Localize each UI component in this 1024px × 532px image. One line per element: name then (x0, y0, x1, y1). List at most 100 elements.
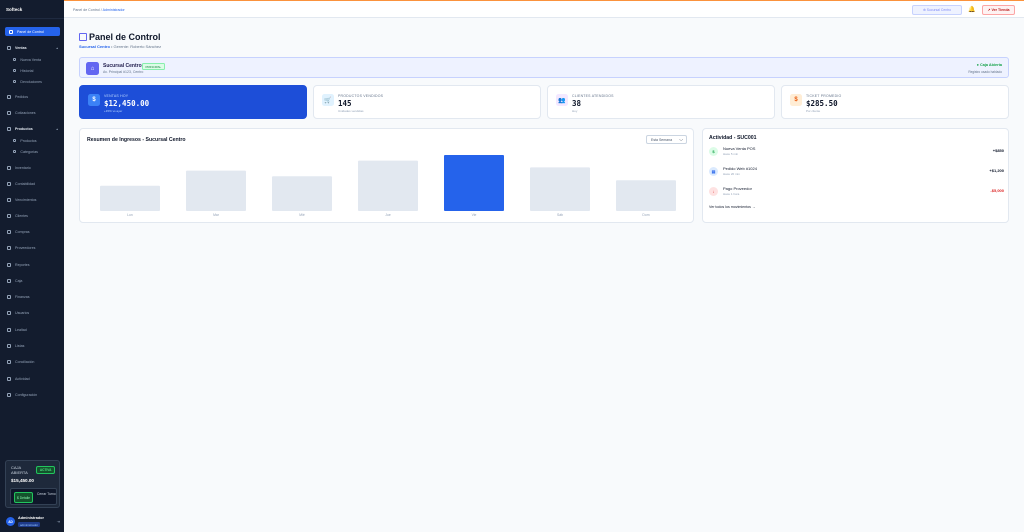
nav-icon (7, 245, 11, 250)
brand-logo: Softeck (6, 7, 23, 12)
sidebar-item[interactable]: Conciliación (0, 357, 64, 366)
chart-bar-Vie[interactable] (444, 155, 504, 211)
sidebar-item[interactable]: Lealtad (0, 325, 64, 334)
branch-name: Sucursal Centro (103, 62, 142, 69)
sidebar-item[interactable]: Contabilidad (0, 179, 64, 188)
breadcrumb-root[interactable]: Panel de Control / (73, 8, 103, 12)
sidebar-item[interactable]: Categorías (0, 147, 64, 156)
sidebar-item[interactable]: Configuración (0, 390, 64, 399)
activity-time: Hace 5 min (723, 152, 739, 156)
activity-name: Pago Proveedor (723, 186, 752, 191)
sidebar-item[interactable]: Reportes (0, 260, 64, 269)
activity-icon: $ (709, 147, 718, 156)
nav-icon (7, 376, 11, 381)
nav-icon (9, 29, 13, 34)
close-shift-button[interactable]: Cerrar Turno (37, 492, 56, 497)
view-store-button[interactable]: ↗ Ver Tienda (982, 5, 1015, 15)
sidebar-item[interactable]: Finanzas (0, 292, 64, 301)
chart-bar-Dom[interactable] (616, 180, 676, 211)
activity-amount: +$850 (992, 148, 1004, 153)
view-all-movements-link[interactable]: Ver todos los movimientos → (709, 205, 756, 209)
sidebar-item[interactable]: Usuarios (0, 308, 64, 317)
kpi-label: TICKET PROMEDIO (806, 94, 842, 98)
activity-item[interactable]: ▤ Pedido Web #1024 Hace 20 min +$1,200 (709, 166, 1004, 180)
branch-badge: PRINCIPAL (142, 63, 165, 71)
chart-tick-label: Sáb (557, 213, 563, 217)
kpi-value: 145 (338, 99, 352, 108)
logout-icon[interactable]: ⇥ (57, 519, 60, 524)
sidebar-item[interactable]: Productos (0, 136, 64, 145)
topbar: Panel de Control / Administrador ⊕ Sucur… (64, 0, 1024, 18)
sidebar-item-label: Cotizaciones (15, 110, 36, 115)
avatar: AD (6, 517, 15, 526)
sidebar-item[interactable]: Listas (0, 341, 64, 350)
nav-icon (7, 126, 11, 131)
sidebar-item[interactable]: Cotizaciones (0, 108, 64, 117)
sidebar-item-label: Proveedores (15, 245, 36, 250)
sidebar-item-label: Categorías (20, 149, 38, 154)
sidebar-item-label: Usuarios (15, 310, 30, 315)
sidebar-item[interactable]: Clientes (0, 211, 64, 220)
cash-actions: $ Detalle Cerrar Turno (10, 488, 57, 505)
kpi-label: CLIENTES ATENDIDOS (572, 94, 614, 98)
sidebar-item[interactable]: Proveedores (0, 243, 64, 252)
sidebar-item[interactable]: Productos ▴ (0, 124, 64, 133)
sidebar-item[interactable]: Devoluciones (0, 77, 64, 86)
sidebar-item-label: Lealtad (15, 327, 27, 332)
sidebar-item-label: Ventas (15, 45, 27, 50)
sidebar-item[interactable]: Actividad (0, 374, 64, 383)
sidebar-item[interactable]: Vencimientos (0, 195, 64, 204)
activity-name: Pedido Web #1024 (723, 166, 757, 171)
period-select[interactable]: Esta Semana ⌵ (646, 135, 687, 144)
sidebar-item-label: Historial (20, 68, 34, 73)
chart-bar-Sáb[interactable] (530, 167, 590, 211)
activity-item[interactable]: $ Nueva Venta POS Hace 5 min +$850 (709, 146, 1004, 160)
activity-title: Actividad - SUC001 (709, 135, 757, 141)
activity-amount: -$5,000 (990, 188, 1004, 193)
sidebar-item[interactable]: Inventario (0, 163, 64, 172)
sidebar-item[interactable]: Pedidos (0, 92, 64, 101)
sidebar-item-label: Productos (20, 138, 37, 143)
kpi-label: PRODUCTOS VENDIDOS (338, 94, 384, 98)
sidebar-item-label: Inventario (15, 165, 31, 170)
sidebar-item[interactable]: Panel de Control (0, 27, 64, 36)
page-subtitle: Sucursal Centro • Gerente: Roberto Sánch… (79, 44, 161, 49)
bell-icon[interactable]: 🔔 (968, 6, 975, 13)
nav-icon (7, 343, 11, 348)
sidebar-item[interactable]: Historial (0, 66, 64, 75)
nav-icon (7, 110, 11, 115)
kpi-value: $285.50 (806, 99, 838, 108)
nav-icon (13, 79, 17, 84)
sidebar: Softeck Panel de Control Ventas ▴ Nueva Ven… (0, 0, 64, 532)
sidebar-item-label: Finanzas (15, 294, 30, 299)
chevron-up-icon[interactable]: ▴ (56, 127, 58, 131)
sidebar-item[interactable]: Caja (0, 276, 64, 285)
chart-bar-Mar[interactable] (186, 170, 246, 211)
sidebar-item-label: Contabilidad (15, 181, 35, 186)
activity-icon: ▤ (709, 167, 718, 176)
sidebar-item-label: Caja (15, 278, 23, 283)
kpi-subtext: +15% vs ayer (104, 109, 123, 113)
nav-icon (7, 327, 11, 332)
sidebar-item-label: Compras (15, 229, 30, 234)
branch-selector-button[interactable]: ⊕ Sucursal Centro (912, 5, 962, 15)
cash-detail-button[interactable]: $ Detalle (14, 492, 33, 503)
chart-bar-Lun[interactable] (100, 185, 160, 211)
user-profile[interactable]: AD Administrador administrador ⇥ (6, 514, 60, 528)
sidebar-item[interactable]: Compras (0, 227, 64, 236)
store-icon: ⌂ (86, 62, 99, 75)
sidebar-item-label: Configuración (15, 392, 38, 397)
branch-link[interactable]: Sucursal Centro (79, 44, 110, 49)
chart-bar-Mié[interactable] (272, 176, 332, 211)
chevron-up-icon[interactable]: ▴ (56, 46, 58, 50)
user-role-badge: administrador (18, 522, 41, 527)
breadcrumb: Panel de Control / Administrador (73, 8, 125, 12)
chart-tick-label: Vie (472, 213, 477, 217)
kpi-card: 👥 CLIENTES ATENDIDOS 38 Hoy (547, 85, 775, 119)
sidebar-item[interactable]: Nueva Venta (0, 55, 64, 64)
chart-bar-Jue[interactable] (358, 160, 418, 211)
kpi-icon: 👥 (556, 94, 568, 106)
activity-item[interactable]: ↓ Pago Proveedor Hace 1 hora -$5,000 (709, 186, 1004, 200)
nav-icon (13, 57, 17, 62)
sidebar-item[interactable]: Ventas ▴ (0, 43, 64, 52)
